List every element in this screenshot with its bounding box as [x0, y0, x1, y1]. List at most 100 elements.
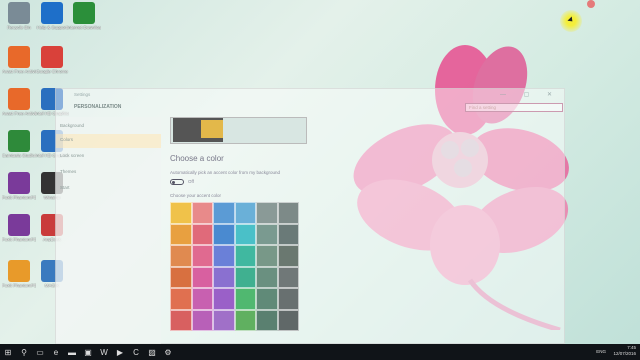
color-swatch[interactable] [170, 309, 192, 331]
taskbar: ⊞ ⚲ ▭ e ▬ ▣ W ▶ C ▨ ⚙ ENG 7:45 12/07/2016 [0, 344, 640, 360]
photos-icon[interactable]: ▨ [144, 344, 160, 360]
desktop-icon-label: Avast Free Antivirus [2, 111, 36, 116]
color-swatch[interactable] [277, 245, 299, 267]
desktop-icon-label: Internet Download Manager [67, 25, 101, 30]
desktop-icon[interactable]: Camtasia Studio 8 [2, 130, 36, 158]
color-swatch[interactable] [234, 202, 256, 224]
app-icon [73, 2, 95, 24]
color-swatch[interactable] [277, 266, 299, 288]
taskbar-icons: ⊞ ⚲ ▭ e ▬ ▣ W ▶ C ▨ ⚙ [0, 344, 176, 360]
color-swatch[interactable] [191, 245, 213, 267]
mouse-cursor-icon [560, 10, 582, 32]
task-view-icon[interactable]: ▭ [32, 344, 48, 360]
desktop-icon-label: Camtasia Studio 8 [2, 153, 36, 158]
color-swatch[interactable] [170, 245, 192, 267]
desktop-icon[interactable]: Recycle Bin [2, 2, 36, 30]
store-icon[interactable]: ▣ [80, 344, 96, 360]
color-swatch[interactable] [170, 202, 192, 224]
color-swatch[interactable] [256, 202, 278, 224]
color-swatch[interactable] [170, 288, 192, 310]
sidebar-item[interactable]: Start [60, 185, 70, 190]
app-icon [8, 260, 30, 282]
search-input[interactable]: Find a setting [465, 103, 563, 112]
desktop-icon-label: Recycle Bin [7, 25, 31, 30]
desktop-icon-label: Help & Support [36, 25, 68, 30]
window-title: Settings [74, 92, 91, 97]
desktop-icon[interactable]: Avast Free Antivirus [2, 88, 36, 116]
media-icon[interactable]: ▶ [112, 344, 128, 360]
app-icon [8, 172, 30, 194]
desktop-icon-label: Foxit PhantomPDF [2, 237, 36, 242]
settings-icon[interactable]: ⚙ [160, 344, 176, 360]
color-swatch[interactable] [213, 245, 235, 267]
window-controls[interactable]: — ▢ ✕ [500, 91, 560, 98]
color-swatch[interactable] [191, 266, 213, 288]
page-header: PERSONALIZATION [74, 104, 122, 110]
clock[interactable]: 7:45 12/07/2016 [613, 345, 636, 357]
color-swatch[interactable] [277, 202, 299, 224]
theme-preview [170, 117, 307, 144]
desktop-icon[interactable]: Help & Support [35, 2, 69, 30]
settings-window: Settings — ▢ ✕ PERSONALIZATION Find a se… [55, 88, 565, 345]
section-heading: Choose a color [170, 154, 224, 163]
color-swatch[interactable] [277, 309, 299, 331]
accent-label: Choose your accent color [170, 193, 222, 198]
color-swatch[interactable] [256, 266, 278, 288]
sidebar: Background Colors Lock screen Themes Start [56, 117, 161, 345]
app-icon [41, 46, 63, 68]
color-swatch[interactable] [277, 223, 299, 245]
file-explorer-icon[interactable]: ▬ [64, 344, 80, 360]
desktop-icon[interactable]: Foxit PhantomPDF [2, 172, 36, 200]
color-swatch[interactable] [256, 288, 278, 310]
language-indicator[interactable]: ENG [596, 349, 606, 354]
color-swatch[interactable] [234, 223, 256, 245]
color-swatch[interactable] [191, 202, 213, 224]
app-icon [8, 2, 30, 24]
desktop-icon-label: Foxit PhantomPDF [2, 195, 36, 200]
desktop-icon[interactable]: Foxit PhantomPDF [2, 214, 36, 242]
color-swatch[interactable] [234, 309, 256, 331]
sidebar-item[interactable]: Lock screen [60, 153, 84, 158]
color-swatch[interactable] [191, 288, 213, 310]
desktop-icon-label: Google Chrome [36, 69, 68, 74]
color-swatch[interactable] [234, 288, 256, 310]
color-swatch[interactable] [213, 288, 235, 310]
desktop-icon[interactable]: Google Chrome [35, 46, 69, 74]
color-swatch[interactable] [213, 202, 235, 224]
desktop-icon-label: Foxit PhantomPDF [2, 283, 36, 288]
clock-date: 12/07/2016 [613, 351, 636, 356]
color-swatch[interactable] [213, 309, 235, 331]
search-icon[interactable]: ⚲ [16, 344, 32, 360]
color-swatch[interactable] [213, 223, 235, 245]
camtasia-icon[interactable]: C [128, 344, 144, 360]
app-icon [8, 88, 30, 110]
content-pane: Choose a color Automatically pick an acc… [170, 117, 560, 345]
close-dot-icon[interactable] [587, 0, 595, 8]
accent-color-grid [170, 202, 299, 331]
sidebar-item[interactable]: Colors [56, 134, 161, 148]
sidebar-item[interactable]: Background [60, 123, 84, 128]
sidebar-item[interactable]: Themes [60, 169, 76, 174]
color-swatch[interactable] [234, 266, 256, 288]
edge-icon[interactable]: e [48, 344, 64, 360]
color-swatch[interactable] [234, 245, 256, 267]
color-swatch[interactable] [256, 245, 278, 267]
start-icon[interactable]: ⊞ [0, 344, 16, 360]
color-swatch[interactable] [256, 223, 278, 245]
preview-tile [201, 120, 223, 138]
color-swatch[interactable] [191, 223, 213, 245]
auto-color-label: Automatically pick an accent color from … [170, 170, 281, 175]
desktop-icon[interactable]: Avast Free Antivirus [2, 46, 36, 74]
word-icon[interactable]: W [96, 344, 112, 360]
auto-color-toggle[interactable] [170, 179, 184, 185]
app-icon [8, 46, 30, 68]
desktop-icon-label: Avast Free Antivirus [2, 69, 36, 74]
color-swatch[interactable] [277, 288, 299, 310]
color-swatch[interactable] [170, 266, 192, 288]
color-swatch[interactable] [213, 266, 235, 288]
color-swatch[interactable] [170, 223, 192, 245]
desktop-icon[interactable]: Foxit PhantomPDF [2, 260, 36, 288]
color-swatch[interactable] [256, 309, 278, 331]
color-swatch[interactable] [191, 309, 213, 331]
desktop-icon[interactable]: Internet Download Manager [67, 2, 101, 30]
